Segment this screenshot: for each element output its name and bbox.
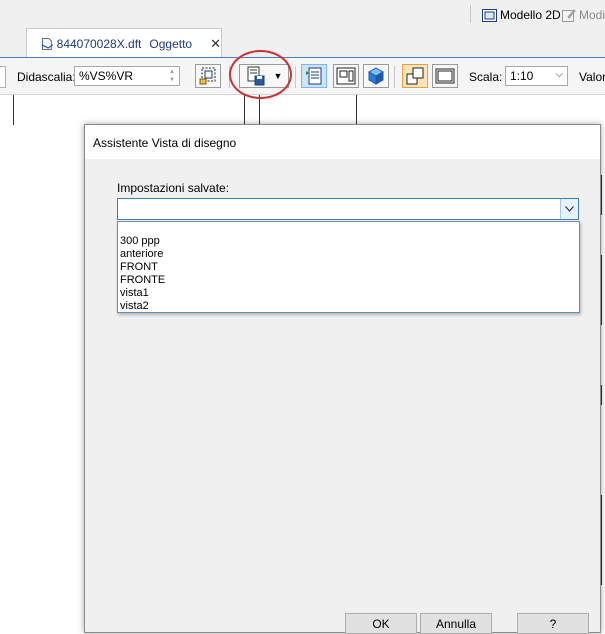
list-item[interactable]: vista2: [120, 300, 149, 313]
toolbar-separator: [295, 66, 296, 88]
help-button[interactable]: ?: [517, 613, 589, 634]
view-properties-button[interactable]: [301, 64, 327, 88]
modifica-button[interactable]: Modifi: [562, 5, 605, 25]
drawing-line: [356, 95, 357, 125]
modello-2d-label: Modello 2D: [500, 8, 561, 22]
dialog-title-bar: Assistente Vista di disegno: [85, 125, 600, 159]
caption-value: %VS%VR: [79, 69, 134, 83]
modifica-icon: [562, 9, 576, 22]
draft-document-icon: [41, 37, 54, 50]
border-view-icon: [435, 68, 455, 84]
scale-select[interactable]: 1:10 ⌵: [505, 66, 568, 86]
view-layout-button[interactable]: [333, 64, 359, 88]
top-strip: Modello 2D Modifi: [0, 0, 605, 28]
caption-input[interactable]: %VS%VR ▲ ▼: [74, 66, 180, 86]
cube-icon: [367, 67, 385, 85]
cancel-button[interactable]: Annulla: [420, 613, 492, 634]
document-filename: 844070028X.dft: [56, 36, 142, 51]
list-item[interactable]: FRONTE: [120, 274, 165, 287]
modifica-label: Modifi: [579, 8, 605, 22]
view-layout-icon: [336, 67, 356, 85]
saved-settings-label: Impostazioni salvate:: [117, 181, 230, 195]
list-item[interactable]: 300 ppp: [120, 235, 160, 248]
section-view-icon: [406, 67, 424, 85]
scale-label: Scala:: [469, 70, 503, 84]
value-label: Valor: [579, 70, 605, 84]
ok-button[interactable]: OK: [345, 613, 417, 634]
3d-model-button[interactable]: [363, 64, 389, 88]
list-item[interactable]: vista1: [120, 287, 149, 300]
select-view-button[interactable]: [195, 64, 221, 88]
drawing-line: [13, 95, 14, 125]
drawing-line: [244, 95, 245, 125]
dialog-title: Assistente Vista di disegno: [93, 136, 237, 150]
saved-settings-dropdown-list: 300 ppp anteriore FRONT FRONTE vista1 vi…: [117, 221, 580, 313]
combo-dropdown-button[interactable]: [560, 199, 578, 219]
chevron-down-icon: [565, 206, 574, 212]
saved-settings-combo[interactable]: [117, 198, 579, 220]
caption-spinner-icon[interactable]: ▲ ▼: [167, 68, 177, 84]
list-item[interactable]: anteriore: [120, 248, 163, 261]
list-item[interactable]: FRONT: [120, 261, 158, 274]
border-view-button[interactable]: [432, 64, 458, 88]
select-frame-icon: [199, 67, 216, 85]
caption-label: Didascalia:: [17, 70, 76, 84]
command-toolbar: Didascalia: %VS%VR ▲ ▼ ▼ Scala: 1:10 ⌵ V…: [0, 58, 605, 95]
modello-2d-icon: [482, 8, 497, 22]
highlight-circle: [229, 50, 292, 99]
scale-value: 1:10: [510, 69, 534, 83]
previous-field-edge[interactable]: [0, 66, 6, 88]
document-tab-row: 844070028X.dft Oggetto ✕: [0, 28, 605, 58]
toolbar-separator: [394, 66, 395, 88]
document-type: Oggetto: [149, 36, 193, 51]
view-list-icon: [306, 67, 322, 85]
section-view-button[interactable]: [402, 64, 428, 88]
modello-2d-button[interactable]: Modello 2D: [482, 5, 561, 25]
close-tab-icon[interactable]: ✕: [210, 36, 221, 52]
top-separator: [470, 5, 471, 23]
drawing-line: [259, 95, 260, 125]
chevron-down-icon: ⌵: [555, 69, 563, 80]
view-wizard-dialog: Assistente Vista di disegno Impostazioni…: [84, 124, 601, 634]
document-tab[interactable]: 844070028X.dft Oggetto ✕: [26, 28, 222, 58]
